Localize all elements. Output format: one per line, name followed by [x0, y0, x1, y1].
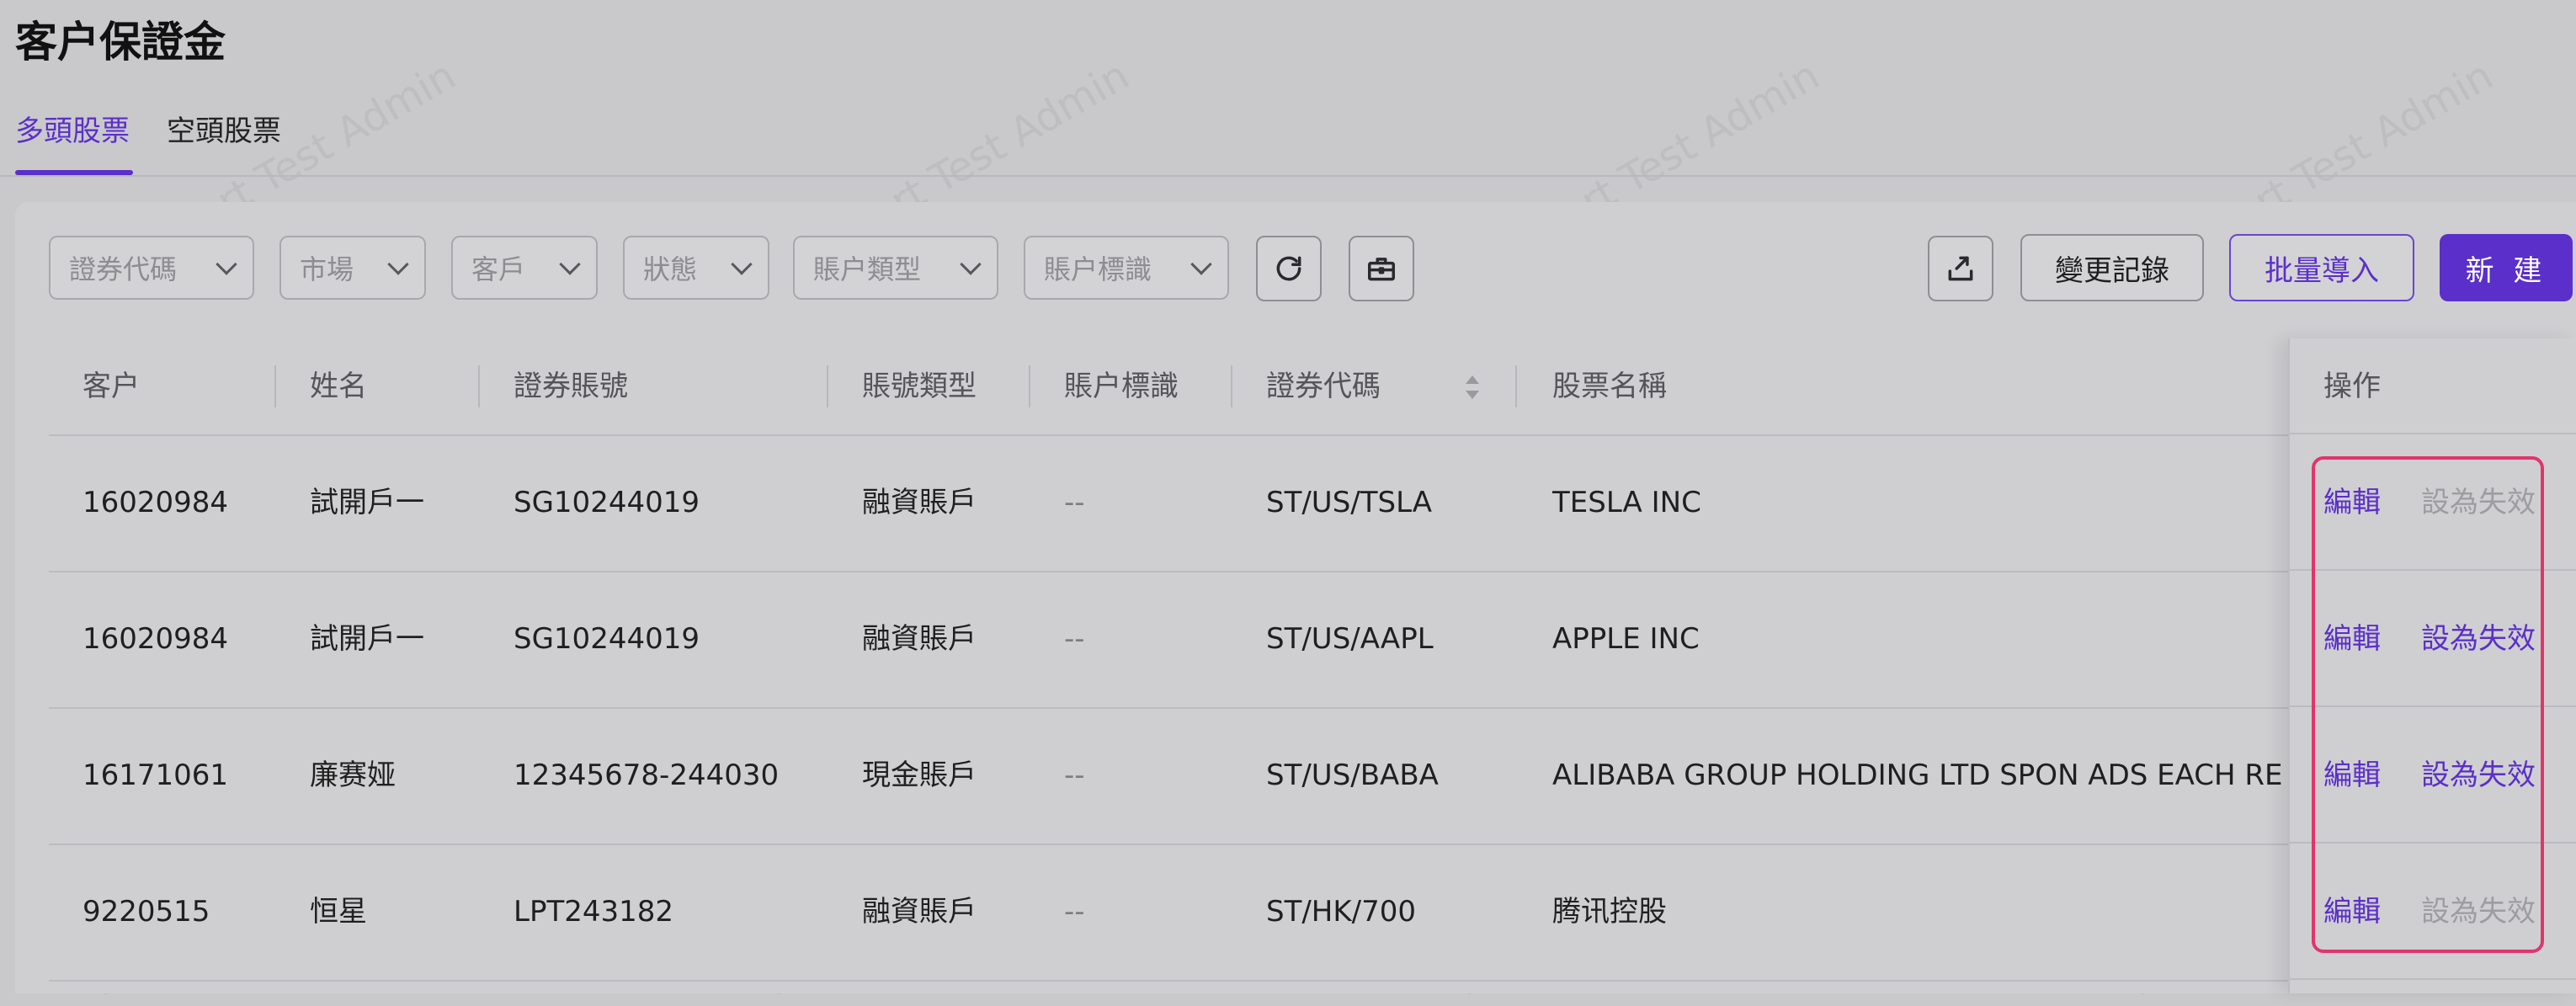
chevron-down-icon — [559, 253, 581, 275]
cell-name: 恒星 — [310, 895, 367, 929]
row-divider — [2290, 978, 2576, 980]
column-header-client: 客户 — [82, 370, 140, 403]
tab-short-stocks[interactable]: 空頭股票 — [167, 106, 281, 157]
table-row: 16020984 試開戶一 SG10244019 融資賬戶 -- ST/US/TSLA TE… — [49, 434, 2576, 572]
sort-icon[interactable] — [1463, 374, 1482, 401]
column-header-account-type: 賬號類型 — [862, 370, 977, 403]
column-divider — [1029, 365, 1030, 407]
set-invalid-link: 設為失效 — [2421, 486, 2536, 519]
chevron-down-icon — [731, 253, 753, 275]
chevron-down-icon — [960, 253, 982, 275]
cell-account: 12345678-244030 — [514, 758, 780, 792]
edit-link[interactable]: 編輯 — [2323, 844, 2381, 980]
cell-tag: -- — [1064, 622, 1085, 656]
cell-client: 16171061 — [82, 758, 229, 792]
edit-link[interactable]: 編輯 — [2323, 707, 2381, 844]
filter-label: 狀態 — [643, 253, 698, 285]
cell-client: 9220515 — [82, 895, 210, 929]
refresh-button[interactable] — [1256, 236, 1322, 301]
chevron-down-icon — [216, 253, 237, 275]
column-header-stock-name: 股票名稱 — [1552, 370, 1667, 403]
cell-code: ST/US/BABA — [1266, 758, 1439, 792]
cell-tag: -- — [1064, 758, 1085, 792]
edit-link[interactable]: 編輯 — [2323, 434, 2381, 571]
filter-label: 客戶 — [471, 253, 526, 285]
create-button[interactable]: 新 建 — [2440, 234, 2573, 301]
refresh-icon — [1276, 256, 1301, 281]
cell-name: 廉赛娅 — [310, 758, 396, 792]
set-invalid-link[interactable]: 設為失效 — [2421, 707, 2536, 844]
column-divider — [1231, 365, 1232, 407]
filter-label: 賬户類型 — [813, 253, 922, 285]
bulk-import-button[interactable]: 批量導入 — [2229, 234, 2414, 301]
column-header-name: 姓名 — [310, 370, 367, 403]
active-tab-indicator — [15, 170, 133, 175]
cell-code: ST/HK/700 — [1266, 895, 1417, 929]
cell-name: 試開戶一 — [310, 622, 424, 656]
export-button[interactable] — [1928, 236, 1993, 301]
table-row: 16171061 廉赛娅 12345678-244030 現金賬戶 -- ST/US/BA… — [49, 707, 2576, 845]
filter-label: 市場 — [300, 253, 354, 285]
change-log-button[interactable]: 變更記錄 — [2020, 234, 2204, 301]
filter-market[interactable]: 市場 — [279, 236, 426, 300]
filter-client[interactable]: 客戶 — [451, 236, 598, 300]
set-invalid-link: 設為失效 — [2421, 895, 2536, 929]
export-icon — [1948, 256, 1973, 281]
table-row: 16020984 試開戶一 SG10244019 融資賬戶 -- ST/US/AAPL AP… — [49, 571, 2576, 709]
cell-type: 現金賬戶 — [862, 758, 977, 792]
toolbox-icon — [1368, 258, 1395, 281]
column-divider — [274, 365, 276, 407]
column-header-account: 證券賬號 — [514, 370, 628, 403]
row-divider — [2290, 433, 2576, 434]
edit-link[interactable]: 編輯 — [2323, 571, 2381, 707]
cell-type: 融資賬戶 — [862, 622, 977, 656]
cell-stock: APPLE INC — [1552, 622, 1700, 656]
tab-long-stocks[interactable]: 多頭股票 — [15, 106, 130, 157]
cell-code: ST/US/AAPL — [1266, 622, 1434, 656]
cell-stock: ALIBABA GROUP HOLDING LTD SPON ADS EACH … — [1552, 758, 2285, 792]
tab-bar: 多頭股票 空頭股票 — [0, 101, 2576, 177]
filter-account-type[interactable]: 賬户類型 — [793, 236, 998, 300]
column-header-account-tag: 賬户標識 — [1064, 370, 1179, 403]
cell-account: SG10244019 — [514, 486, 700, 519]
cell-tag: -- — [1064, 486, 1085, 519]
chevron-down-icon — [387, 253, 409, 275]
toolbox-button[interactable] — [1349, 236, 1414, 301]
filter-security-code[interactable]: 證券代碼 — [49, 236, 254, 300]
table-header: 客户 姓名 證券賬號 賬號類型 賬户標識 證券代碼 股票名稱 — [49, 338, 2576, 436]
filter-label: 證券代碼 — [69, 253, 178, 285]
column-divider — [1515, 365, 1517, 407]
column-header-security-code[interactable]: 證券代碼 — [1266, 338, 1381, 434]
column-header-operations: 操作 — [2323, 370, 2381, 403]
cell-stock: 腾讯控股 — [1552, 895, 1667, 929]
column-divider — [827, 365, 828, 407]
filter-label: 賬户標識 — [1044, 253, 1152, 285]
cell-client: 16020984 — [82, 486, 229, 519]
table-row: 9220515 恒星 LPT243182 融資賬戶 -- ST/HK/700 腾讯控股 — [49, 844, 2576, 982]
cell-tag: -- — [1064, 895, 1085, 929]
cell-type: 融資賬戶 — [862, 486, 977, 519]
cell-type: 融資賬戶 — [862, 895, 977, 929]
cell-name: 試開戶一 — [310, 486, 424, 519]
cell-client: 16020984 — [82, 622, 229, 656]
page-title: 客户保證金 — [15, 18, 226, 67]
filter-status[interactable]: 狀態 — [623, 236, 769, 300]
operations-column: 操作 編輯 設為失效 編輯 設為失效 編輯 設為失效 編輯 設為失效 — [2288, 338, 2576, 993]
cell-account: SG10244019 — [514, 622, 700, 656]
chevron-down-icon — [1190, 253, 1212, 275]
column-divider — [478, 365, 480, 407]
cell-code: ST/US/TSLA — [1266, 486, 1433, 519]
set-invalid-link[interactable]: 設為失效 — [2421, 571, 2536, 707]
cell-account: LPT243182 — [514, 895, 674, 929]
filter-account-tag[interactable]: 賬户標識 — [1024, 236, 1229, 300]
cell-stock: TESLA INC — [1552, 486, 1701, 519]
